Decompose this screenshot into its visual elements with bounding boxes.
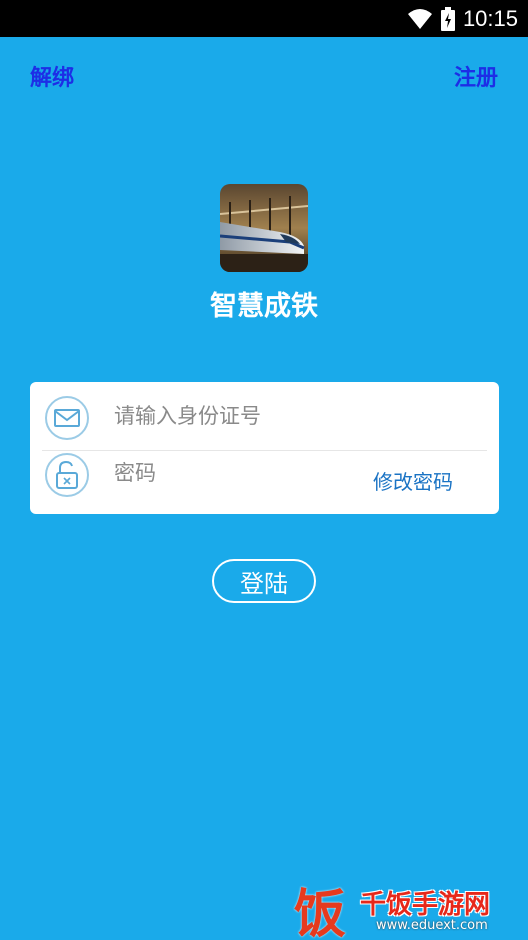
watermark-logo: 饭 xyxy=(294,885,347,940)
id-number-input[interactable] xyxy=(114,398,374,434)
password-input[interactable] xyxy=(114,455,374,491)
unlock-icon xyxy=(44,452,90,498)
unbind-button[interactable]: 解绑 xyxy=(30,60,74,92)
login-form: 修改密码 xyxy=(30,382,499,514)
battery-icon xyxy=(440,6,455,31)
app-name: 智慧成铁 xyxy=(210,291,318,322)
register-button[interactable]: 注册 xyxy=(454,60,498,92)
id-row xyxy=(30,382,499,448)
watermark-url: www.eduext.com xyxy=(376,918,488,933)
change-password-link[interactable]: 修改密码 xyxy=(373,466,453,495)
password-row: 修改密码 xyxy=(30,448,499,514)
login-button[interactable]: 登陆 xyxy=(212,559,316,603)
status-icons: 10:15 xyxy=(407,0,518,37)
status-bar: 10:15 xyxy=(0,0,528,37)
watermark: 饭 千饭手游网 www.eduext.com xyxy=(290,870,528,940)
app-logo xyxy=(220,184,308,272)
wifi-icon xyxy=(407,8,433,30)
watermark-text: 千饭手游网 xyxy=(360,890,491,920)
mail-icon xyxy=(44,395,90,441)
clock: 10:15 xyxy=(462,6,518,31)
